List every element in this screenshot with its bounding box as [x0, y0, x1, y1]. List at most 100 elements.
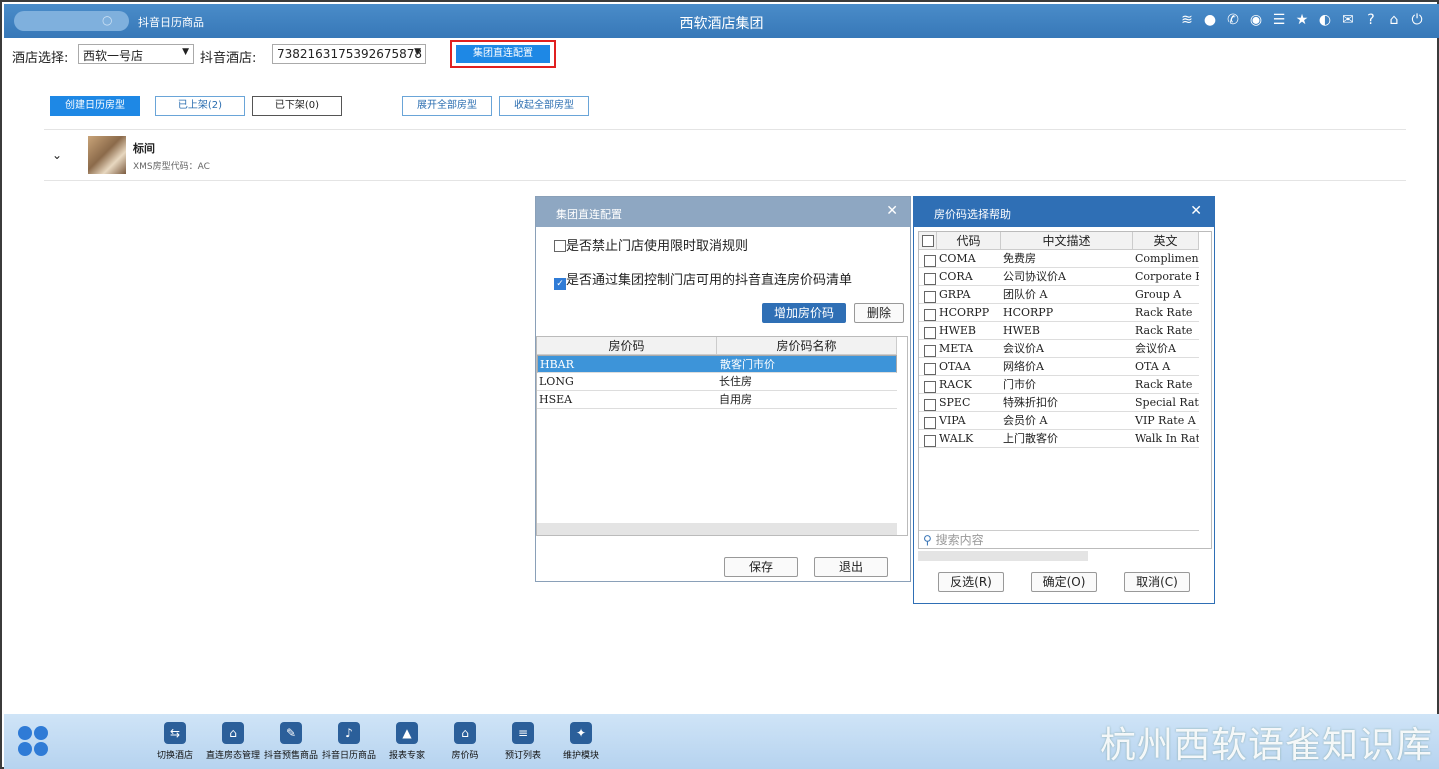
checkbox[interactable]: [554, 240, 566, 252]
expand-all-button[interactable]: 展开全部房型: [402, 96, 492, 116]
cell-code: CORA: [939, 270, 973, 283]
add-rate-code-button[interactable]: 增加房价码: [762, 303, 846, 323]
table-row[interactable]: RACK 门市价 Rack Rate: [919, 376, 1199, 394]
cell-code: OTAA: [939, 360, 971, 373]
cell-code: GRPA: [939, 288, 971, 301]
table-row[interactable]: META 会议价A 会议价A: [919, 340, 1199, 358]
star-icon[interactable]: ★: [1294, 12, 1310, 28]
cell-cn: 会员价 A: [1003, 414, 1048, 427]
table-row[interactable]: WALK 上门散客价 Walk In Rat: [919, 430, 1199, 448]
watermark: 杭州西软语雀知识库: [1099, 725, 1433, 766]
option-group-control[interactable]: ✓ 是否通过集团控制门店可用的抖音直连房价码清单: [554, 269, 852, 290]
select-all-header[interactable]: [919, 232, 937, 250]
nav-item[interactable]: ▲ 报表专家: [376, 722, 438, 761]
table-row[interactable]: COMA 免费房 Compliment: [919, 250, 1199, 268]
table-row[interactable]: GRPA 团队价 A Group A: [919, 286, 1199, 304]
chevron-down-icon: ▼: [414, 47, 421, 57]
group-config-button[interactable]: 集团直连配置: [456, 45, 550, 63]
nav-item[interactable]: ⌂ 房价码: [434, 722, 496, 761]
dialog-title: 集团直连配置: [556, 208, 622, 221]
cell-cn: 团队价 A: [1003, 288, 1048, 301]
table-row[interactable]: HBAR 散客门市价: [537, 355, 897, 373]
nav-item[interactable]: ✎ 抖音预售商品: [260, 722, 322, 761]
horizontal-scrollbar[interactable]: [918, 551, 1088, 561]
nav-item[interactable]: ⌂ 直连房态管理: [202, 722, 264, 761]
create-room-type-button[interactable]: 创建日历房型: [50, 96, 140, 116]
invert-selection-button[interactable]: 反选(R): [938, 572, 1004, 592]
checkbox[interactable]: [921, 235, 934, 247]
cell-en: OTA A: [1135, 360, 1171, 373]
clover-menu-icon[interactable]: [18, 726, 50, 758]
phone-icon[interactable]: ✆: [1225, 12, 1241, 28]
mail-icon[interactable]: ✉: [1340, 12, 1356, 28]
hotel-select[interactable]: 西软一号店 ▼: [78, 44, 194, 64]
unlisted-tab[interactable]: 已下架(0): [252, 96, 342, 116]
exit-button[interactable]: 退出: [814, 557, 888, 577]
chevron-down-icon[interactable]: ⌄: [52, 148, 62, 162]
wrench-icon: ✦: [570, 722, 592, 744]
cell-cn: 门市价: [1003, 378, 1036, 391]
collapse-all-button[interactable]: 收起全部房型: [499, 96, 589, 116]
option-cancel-rule[interactable]: 是否禁止门店使用限时取消规则: [554, 235, 748, 254]
cell-code: HSEA: [539, 393, 573, 406]
table-row[interactable]: LONG 长住房: [537, 373, 897, 391]
dialog-title: 房价码选择帮助: [934, 208, 1011, 221]
cancel-button[interactable]: 取消(C): [1124, 572, 1190, 592]
cell-name: 散客门市价: [720, 358, 775, 371]
chevron-down-icon: ▼: [182, 47, 189, 57]
close-icon[interactable]: ✕: [1190, 203, 1202, 219]
table-row[interactable]: VIPA 会员价 A VIP Rate A: [919, 412, 1199, 430]
table-row[interactable]: OTAA 网络价A OTA A: [919, 358, 1199, 376]
cell-cn: 会议价A: [1003, 342, 1044, 355]
chat-icon[interactable]: ●: [1202, 12, 1218, 28]
house-icon: ⌂: [454, 722, 476, 744]
help-icon[interactable]: ?: [1363, 12, 1379, 28]
listed-tab[interactable]: 已上架(2): [155, 96, 245, 116]
cell-cn: 网络价A: [1003, 360, 1044, 373]
horizontal-scrollbar[interactable]: [537, 523, 897, 535]
nav-item[interactable]: ♪ 抖音日历商品: [318, 722, 380, 761]
column-header[interactable]: 英文: [1133, 232, 1199, 250]
cell-cn: 上门散客价: [1003, 432, 1058, 445]
palette-icon[interactable]: ◉: [1248, 12, 1264, 28]
dialog-header: 集团直连配置 ✕: [536, 197, 910, 227]
tiktok-icon: ♪: [338, 722, 360, 744]
checkbox-checked[interactable]: ✓: [554, 278, 566, 290]
nav-item[interactable]: ⇆ 切换酒店: [144, 722, 206, 761]
delete-button[interactable]: 删除: [854, 303, 904, 323]
document-icon: ≡: [512, 722, 534, 744]
dialog-header: 房价码选择帮助 ✕: [914, 197, 1214, 227]
close-icon[interactable]: ✕: [886, 203, 898, 219]
column-header[interactable]: 代码: [937, 232, 1001, 250]
save-button[interactable]: 保存: [724, 557, 798, 577]
column-header[interactable]: 房价码: [537, 337, 717, 355]
cell-cn: HWEB: [1003, 324, 1041, 337]
column-header[interactable]: 房价码名称: [717, 337, 897, 355]
menu-icon[interactable]: ☰: [1271, 12, 1287, 28]
table-row[interactable]: SPEC 特殊折扣价 Special Rat: [919, 394, 1199, 412]
search-input[interactable]: ⚲ 搜索内容: [919, 530, 1199, 548]
room-name: 标间: [133, 142, 155, 155]
ok-button[interactable]: 确定(O): [1031, 572, 1097, 592]
option-label: 是否通过集团控制门店可用的抖音直连房价码清单: [566, 273, 853, 288]
checkbox[interactable]: [922, 433, 936, 451]
home-icon[interactable]: ⌂: [1386, 12, 1402, 28]
power-icon[interactable]: ⏻: [1409, 12, 1425, 28]
douyin-hotel-select[interactable]: 7382163175392675878 ▼: [272, 44, 426, 64]
contrast-icon[interactable]: ◐: [1317, 12, 1333, 28]
cell-en: Corporate R: [1135, 270, 1199, 283]
table-row[interactable]: HSEA 自用房: [537, 391, 897, 409]
title-bar: ○ 抖音日历商品 西软酒店集团 ≋ ● ✆ ◉ ☰ ★ ◐ ✉ ? ⌂ ⏻: [4, 4, 1439, 38]
wifi-icon[interactable]: ≋: [1179, 12, 1195, 28]
nav-item[interactable]: ≡ 预订列表: [492, 722, 554, 761]
cell-en: Compliment: [1135, 252, 1199, 265]
nav-item[interactable]: ✦ 维护模块: [550, 722, 612, 761]
cell-code: COMA: [939, 252, 976, 265]
edit-doc-icon: ✎: [280, 722, 302, 744]
cell-code: WALK: [939, 432, 974, 445]
column-header[interactable]: 中文描述: [1001, 232, 1133, 250]
table-row[interactable]: HCORPP HCORPP Rack Rate: [919, 304, 1199, 322]
table-row[interactable]: CORA 公司协议价A Corporate R: [919, 268, 1199, 286]
table-row[interactable]: HWEB HWEB Rack Rate: [919, 322, 1199, 340]
cell-code: HCORPP: [939, 306, 990, 319]
